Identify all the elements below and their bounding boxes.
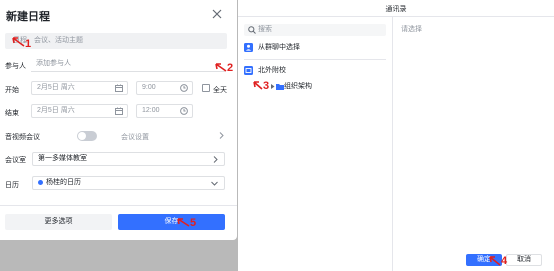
annotation-4: 4 bbox=[501, 255, 508, 267]
annotation-1: 1 bbox=[25, 38, 32, 50]
annotation-3: 3 bbox=[263, 80, 270, 92]
annotation-2: 2 bbox=[227, 62, 234, 74]
annotation-arrows bbox=[12, 37, 501, 266]
annotation-5: 5 bbox=[190, 217, 197, 229]
